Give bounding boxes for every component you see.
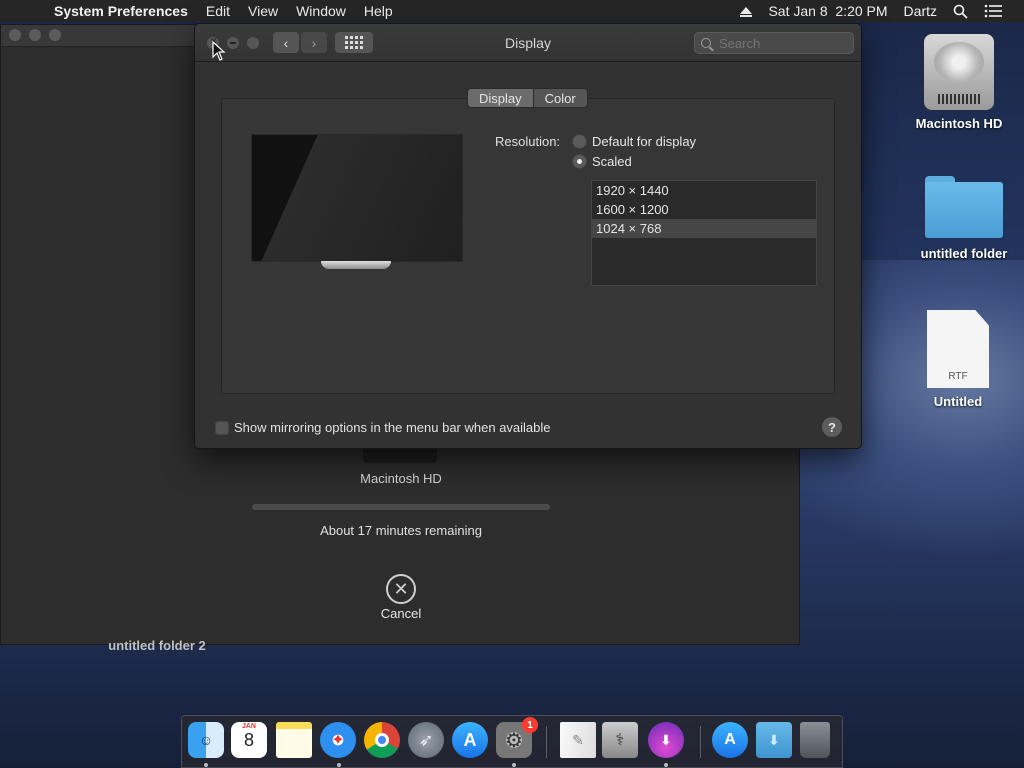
- scaled-resolution-list[interactable]: 1920 × 1440 1600 × 1200 1024 × 768: [591, 180, 817, 286]
- menu-edit[interactable]: Edit: [206, 3, 230, 19]
- installer-window-controls: [9, 29, 61, 41]
- dock-app-store-downloads-icon[interactable]: A: [712, 722, 748, 758]
- desktop-icon-untitled-folder-2-label[interactable]: untitled folder 2: [92, 638, 222, 653]
- tab-display[interactable]: Display: [467, 88, 534, 108]
- install-progress-bar: [252, 504, 550, 510]
- menu-user[interactable]: Dartz: [904, 3, 937, 19]
- rtf-badge: RTF: [948, 371, 968, 382]
- desktop-icon-untitled-folder[interactable]: untitled folder: [909, 176, 1019, 261]
- mirroring-label: Show mirroring options in the menu bar w…: [234, 420, 551, 435]
- hard-drive-icon: [924, 34, 994, 110]
- search-input[interactable]: [719, 35, 839, 51]
- dock-downloads-folder-icon[interactable]: ⬇: [756, 722, 792, 758]
- spotlight-search-icon[interactable]: [953, 4, 968, 19]
- dock-installer-icon[interactable]: ⬇: [648, 722, 684, 758]
- menu-clock[interactable]: Sat Jan 8 2:20 PM: [768, 3, 887, 19]
- mirroring-option[interactable]: Show mirroring options in the menu bar w…: [215, 420, 551, 435]
- desktop-icon-label: Untitled: [933, 394, 983, 409]
- radio-default-label: Default for display: [592, 134, 697, 149]
- dock-separator: [546, 726, 547, 758]
- cancel-icon[interactable]: ✕: [386, 574, 416, 604]
- menu-view[interactable]: View: [248, 3, 278, 19]
- radio-scaled-label: Scaled: [592, 154, 632, 169]
- search-icon: [701, 38, 711, 48]
- resolution-option-1600x1200[interactable]: 1600 × 1200: [592, 200, 816, 219]
- installer-zoom-button[interactable]: [49, 29, 61, 41]
- dock: ☺ JAN 8 ✦ ➶ A ⚙ 1 ✎ ⚕ ⬇ A ⬇: [181, 715, 843, 768]
- dock-launchpad-icon[interactable]: ➶: [408, 722, 444, 758]
- radio-scaled[interactable]: Scaled: [572, 154, 632, 169]
- desktop-icon-untitled[interactable]: RTF Untitled: [903, 310, 1013, 409]
- menu-app-name[interactable]: System Preferences: [54, 3, 188, 19]
- install-time-remaining: About 17 minutes remaining: [320, 523, 482, 538]
- dock-trash-icon[interactable]: [800, 722, 830, 758]
- menu-bar: System Preferences Edit View Window Help…: [0, 0, 1024, 22]
- radio-scaled-indicator[interactable]: [572, 154, 587, 169]
- rtf-document-icon: RTF: [927, 310, 989, 388]
- display-preview-image: [251, 134, 463, 262]
- calendar-day: 8: [243, 730, 254, 750]
- resolution-label: Resolution:: [495, 134, 561, 149]
- dock-separator: [700, 726, 701, 758]
- radio-default-indicator[interactable]: [572, 134, 587, 149]
- calendar-month: JAN: [241, 723, 256, 730]
- dock-running-indicator: [204, 763, 208, 767]
- tab-color[interactable]: Color: [533, 88, 588, 108]
- desktop-icon-label: Macintosh HD: [915, 116, 1003, 131]
- dock-chrome-icon[interactable]: [364, 722, 400, 758]
- desktop-icon-label: untitled folder: [920, 246, 1008, 261]
- mirroring-checkbox[interactable]: [215, 420, 229, 435]
- resolution-option-1920x1440[interactable]: 1920 × 1440: [592, 181, 816, 200]
- installer-minimize-button[interactable]: [29, 29, 41, 41]
- dock-notes-icon[interactable]: [276, 722, 312, 758]
- desktop-icon-macintosh-hd[interactable]: Macintosh HD: [904, 34, 1014, 131]
- cancel-button-label[interactable]: Cancel: [351, 606, 451, 621]
- dock-textedit-icon[interactable]: ✎: [560, 722, 596, 758]
- resolution-option-1024x768[interactable]: 1024 × 768: [592, 219, 816, 238]
- search-field[interactable]: [694, 32, 854, 54]
- dock-app-store-icon[interactable]: A: [452, 722, 488, 758]
- notification-badge: 1: [522, 717, 538, 733]
- eject-icon[interactable]: [740, 6, 753, 17]
- tab-bar: Display Color: [467, 88, 588, 108]
- dock-running-indicator: [512, 763, 516, 767]
- installer-disk-label: Macintosh HD: [360, 471, 442, 486]
- dock-disk-utility-icon[interactable]: ⚕: [602, 722, 638, 758]
- dock-calendar-icon[interactable]: JAN 8: [231, 722, 267, 758]
- radio-default-for-display[interactable]: Default for display: [572, 134, 696, 149]
- dock-safari-icon[interactable]: ✦: [320, 722, 356, 758]
- installer-disk-icon: [363, 449, 437, 463]
- mouse-cursor-icon: [212, 41, 226, 61]
- notification-center-icon[interactable]: [984, 4, 1002, 18]
- display-preferences-window: ✕ ‹ › Display Display Color Resolution: …: [194, 23, 862, 449]
- installer-close-button[interactable]: [9, 29, 21, 41]
- help-button[interactable]: ?: [822, 417, 842, 437]
- dock-running-indicator: [337, 763, 341, 767]
- dock-finder-icon[interactable]: ☺: [188, 722, 224, 758]
- dock-running-indicator: [664, 763, 668, 767]
- folder-icon: [925, 176, 1003, 238]
- display-stand-graphic: [321, 261, 391, 269]
- dock-system-preferences-icon[interactable]: ⚙ 1: [496, 717, 538, 758]
- menu-window[interactable]: Window: [296, 3, 346, 19]
- menu-help[interactable]: Help: [364, 3, 393, 19]
